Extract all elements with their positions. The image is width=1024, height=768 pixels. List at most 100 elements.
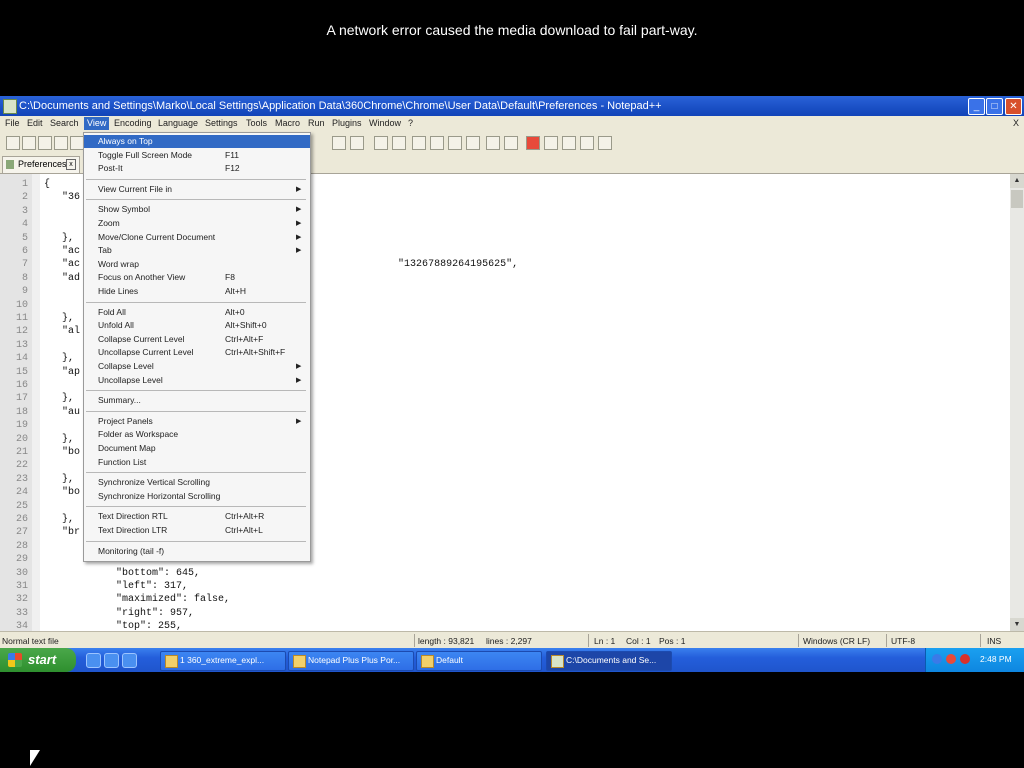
task-notepad-portable[interactable]: Notepad Plus Plus Por... [288,651,414,671]
ie-quicklaunch-icon[interactable] [86,653,101,668]
menubar-close-doc[interactable]: X [1013,118,1019,128]
view-menu-item[interactable]: Show Symbol ▶ [84,203,310,216]
view-menu-item[interactable]: Folder as Workspace [84,428,310,441]
tray-network-icon[interactable] [932,654,942,664]
line-number: 7 [21,259,28,271]
view-menu-item[interactable]: Tab ▶ [84,244,310,257]
desktop-quicklaunch-icon[interactable] [122,653,137,668]
menu-search[interactable]: Search [50,118,79,128]
view-menu-item[interactable]: Word wrap [84,258,310,271]
menu-settings[interactable]: Settings [205,118,238,128]
open-file-icon[interactable] [22,136,36,150]
view-menu-item[interactable]: Collapse Level ▶ [84,360,310,373]
view-menu-item[interactable]: Monitoring (tail -f) [84,545,310,558]
close-overlay-button[interactable]: X [497,362,522,403]
code-line[interactable]: 31 "left": 317, [0,580,1000,594]
view-menu-item[interactable]: Collapse Current Level Ctrl+Alt+F [84,333,310,346]
function-list-icon[interactable] [504,136,518,150]
task-default[interactable]: Default [416,651,542,671]
line-number: 15 [15,366,28,378]
run-macro-multiple-icon[interactable] [580,136,594,150]
scroll-thumb[interactable] [1011,190,1023,208]
maximize-button[interactable]: □ [986,98,1003,115]
scroll-down-icon[interactable]: ▼ [1010,618,1024,632]
view-menu-item[interactable]: Synchronize Horizontal Scrolling [84,490,310,503]
menu-item-label: Synchronize Vertical Scrolling [98,477,210,488]
view-menu-item[interactable]: Function List [84,456,310,469]
stop-macro-icon[interactable] [544,136,558,150]
view-menu-item[interactable]: Move/Clone Current Document ▶ [84,231,310,244]
new-file-icon[interactable] [6,136,20,150]
close-button[interactable]: ✕ [1005,98,1022,115]
view-menu-item[interactable]: Post-It F12 [84,162,310,175]
code-line[interactable]: 32 "maximized": false, [0,593,1000,607]
view-menu-item[interactable]: Toggle Full Screen Mode F11 [84,149,310,162]
menu-separator [86,178,306,180]
tray-360-icon[interactable] [960,654,970,664]
menu-tools[interactable]: Tools [246,118,267,128]
view-menu-item[interactable]: Hide Lines Alt+H [84,285,310,298]
menu-language[interactable]: Language [158,118,198,128]
menu-edit[interactable]: Edit [27,118,43,128]
media-quicklaunch-icon[interactable] [104,653,119,668]
window-titlebar[interactable]: C:\Documents and Settings\Marko\Local Se… [0,96,1024,116]
tab-close-icon[interactable]: x [66,159,76,170]
word-wrap-icon[interactable] [412,136,426,150]
indent-guide-icon[interactable] [448,136,462,150]
start-button[interactable]: start [0,648,76,672]
status-encoding: UTF-8 [891,636,916,646]
close-file-icon[interactable] [70,136,84,150]
scroll-up-icon[interactable]: ▲ [1010,174,1024,188]
view-menu-item[interactable]: View Current File in ▶ [84,183,310,196]
view-menu-item[interactable]: Summary... [84,394,310,407]
save-macro-icon[interactable] [598,136,612,150]
view-menu-item[interactable]: Uncollapse Current Level Ctrl+Alt+Shift+F [84,346,310,359]
code-text: "bottom": 645, [44,567,201,579]
doc-map-icon[interactable] [486,136,500,150]
line-number: 23 [15,473,28,485]
menu-macro[interactable]: Macro [275,118,300,128]
menu-window[interactable]: Window [369,118,401,128]
view-menu-item[interactable]: Text Direction LTR Ctrl+Alt+L [84,524,310,537]
view-menu-item[interactable]: Fold All Alt+0 [84,306,310,319]
menu-view[interactable]: View [84,117,110,130]
task-360-extreme[interactable]: 1 360_extreme_expl... [160,651,286,671]
menu-file[interactable]: File [5,118,20,128]
record-macro-icon[interactable] [526,136,540,150]
menu-run[interactable]: Run [308,118,325,128]
zoom-out-icon[interactable] [350,136,364,150]
vertical-scrollbar[interactable]: ▲ ▼ [1010,174,1024,632]
sync-vertical-icon[interactable] [374,136,388,150]
view-menu-item[interactable]: Text Direction RTL Ctrl+Alt+R [84,510,310,523]
view-menu-item[interactable]: Project Panels ▶ [84,415,310,428]
show-all-chars-icon[interactable] [430,136,444,150]
code-text: "au [44,406,81,418]
udl-icon[interactable] [466,136,480,150]
view-menu-item[interactable]: Document Map [84,442,310,455]
minimize-button[interactable]: _ [968,98,985,115]
sync-horizontal-icon[interactable] [392,136,406,150]
view-menu-item[interactable]: Always on Top [84,135,310,148]
save-all-icon[interactable] [54,136,68,150]
view-menu-item[interactable]: Unfold All Alt+Shift+0 [84,319,310,332]
menu-help[interactable]: ? [408,118,413,128]
tab-preferences[interactable]: Preferences x [2,156,80,173]
zoom-in-icon[interactable] [332,136,346,150]
save-icon[interactable] [38,136,52,150]
view-menu-item[interactable]: Zoom ▶ [84,217,310,230]
view-menu-item[interactable]: Synchronize Vertical Scrolling [84,476,310,489]
status-col: Col : 1 [626,636,651,646]
menu-encoding[interactable]: Encoding [114,118,152,128]
code-line[interactable]: 30 "bottom": 645, [0,567,1000,581]
code-line[interactable]: 33 "right": 957, [0,607,1000,621]
menu-plugins[interactable]: Plugins [332,118,362,128]
submenu-arrow-icon: ▶ [296,206,302,214]
tab-label: Preferences [18,159,67,169]
task-notepad-preferences[interactable]: C:\Documents and Se... [546,651,672,671]
playback-macro-icon[interactable] [562,136,576,150]
menu-item-shortcut: Ctrl+Alt+Shift+F [225,347,286,358]
menu-item-label: Text Direction LTR [98,525,168,535]
view-menu-item[interactable]: Uncollapse Level ▶ [84,374,310,387]
view-menu-item[interactable]: Focus on Another View F8 [84,271,310,284]
tray-security-icon[interactable] [946,654,956,664]
